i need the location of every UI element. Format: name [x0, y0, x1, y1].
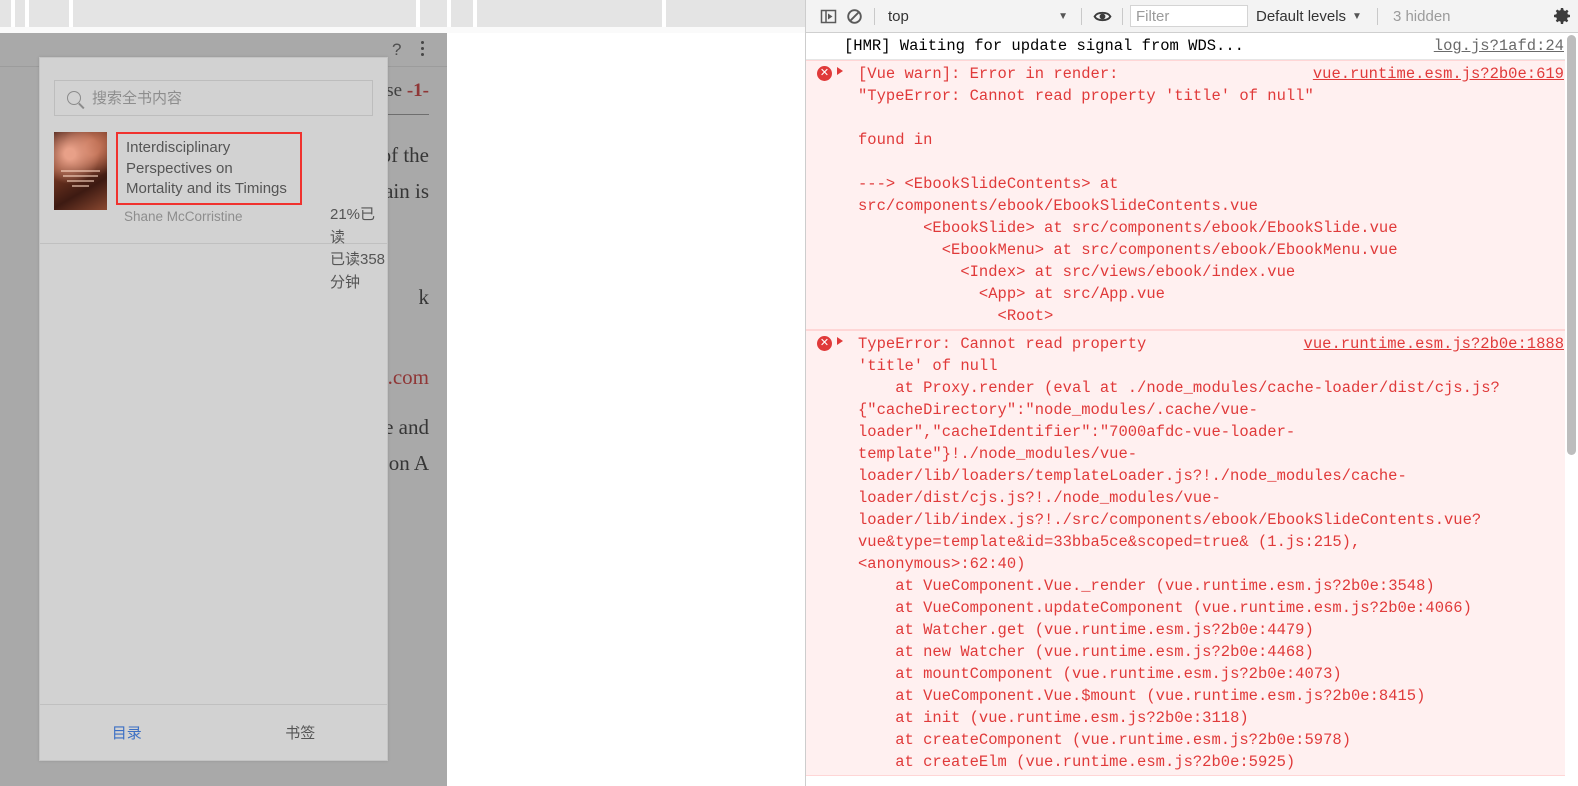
book-meta: Interdisciplinary Perspectives on Mortal…: [116, 132, 302, 224]
log-levels-select[interactable]: Default levels ▼: [1248, 5, 1370, 27]
console-message-error[interactable]: ✕ TypeError: Cannot read property 'title…: [806, 330, 1578, 776]
tab-contents[interactable]: 目录: [40, 705, 214, 760]
browser-page-area: ? Corpse -1- ed until the morning, when …: [0, 0, 805, 786]
toolbar-separator: [1376, 7, 1378, 25]
console-message-error[interactable]: ✕ [Vue warn]: Error in render: "TypeErro…: [806, 60, 1578, 330]
tab-bookmarks[interactable]: 书签: [214, 705, 388, 760]
search-box[interactable]: [54, 80, 373, 116]
reading-progress: 21%已读 已读358分钟: [330, 204, 387, 294]
console-message-source[interactable]: log.js?1afd:24: [1434, 35, 1564, 57]
expand-triangle-icon[interactable]: [837, 337, 843, 345]
toolbar-separator: [1122, 7, 1123, 25]
progress-minutes: 已读358分钟: [330, 251, 386, 291]
console-message-text: [Vue warn]: Error in render: "TypeError:…: [858, 65, 1398, 325]
error-badge-icon: ✕: [817, 66, 832, 81]
contents-list[interactable]: [40, 244, 387, 703]
book-cover-image: [54, 132, 107, 210]
toolbar-separator: [1081, 7, 1082, 25]
console-message-source[interactable]: vue.runtime.esm.js?2b0e:1888: [1304, 333, 1564, 355]
execution-context-value: top: [888, 7, 909, 25]
placeholder-separator: [69, 0, 73, 27]
console-message-text: TypeError: Cannot read property 'title' …: [858, 335, 1500, 771]
console-sidebar-icon[interactable]: [815, 3, 841, 29]
placeholder-separator: [11, 0, 15, 27]
placeholder-separator: [447, 0, 451, 27]
placeholder-separator: [662, 0, 666, 27]
placeholder-toolbar: [0, 0, 805, 27]
screen-root: ? Corpse -1- ed until the morning, when …: [0, 0, 1578, 786]
placeholder-separator: [416, 0, 420, 27]
search-area: [40, 58, 387, 116]
search-icon: [67, 91, 81, 105]
console-message-source[interactable]: vue.runtime.esm.js?2b0e:619: [1313, 63, 1564, 85]
placeholder-separator: [473, 0, 477, 27]
clear-console-icon[interactable]: [841, 3, 867, 29]
expand-triangle-icon[interactable]: [837, 67, 843, 75]
console-toolbar: top ▼ Default levels ▼ 3 hidden: [806, 0, 1578, 33]
tab-contents-label: 目录: [111, 725, 142, 742]
live-expression-eye-icon[interactable]: [1089, 3, 1115, 29]
search-input[interactable]: [92, 89, 352, 107]
hidden-messages-count: 3 hidden: [1392, 7, 1451, 25]
execution-context-select[interactable]: top ▼: [882, 5, 1074, 27]
ebook-slide-contents-panel: Interdisciplinary Perspectives on Mortal…: [39, 57, 388, 761]
ebook-reader: ? Corpse -1- ed until the morning, when …: [0, 33, 805, 786]
console-message-info[interactable]: [HMR] Waiting for update signal from WDS…: [806, 33, 1578, 60]
panel-tabs: 目录 书签: [40, 704, 387, 760]
toolbar-separator: [874, 7, 875, 25]
console-messages[interactable]: [HMR] Waiting for update signal from WDS…: [806, 33, 1578, 786]
book-title: Interdisciplinary Perspectives on Mortal…: [126, 139, 287, 198]
chevron-down-icon: ▼: [1058, 10, 1068, 22]
tab-bookmarks-label: 书签: [285, 725, 316, 742]
devtools-console-panel: top ▼ Default levels ▼ 3 hidden: [805, 0, 1578, 786]
console-scrollbar-thumb[interactable]: [1567, 35, 1576, 455]
chevron-down-icon: ▼: [1352, 10, 1362, 22]
log-levels-label: Default levels: [1256, 7, 1347, 25]
console-scrollbar[interactable]: [1565, 33, 1578, 786]
book-title-highlight-box: Interdisciplinary Perspectives on Mortal…: [116, 132, 302, 206]
error-badge-icon: ✕: [817, 336, 832, 351]
placeholder-separator: [25, 0, 29, 27]
gear-icon[interactable]: [1552, 6, 1578, 26]
progress-percent: 21%已读: [330, 206, 376, 246]
book-author: Shane McCorristine: [124, 209, 243, 225]
filter-input[interactable]: [1130, 5, 1248, 27]
